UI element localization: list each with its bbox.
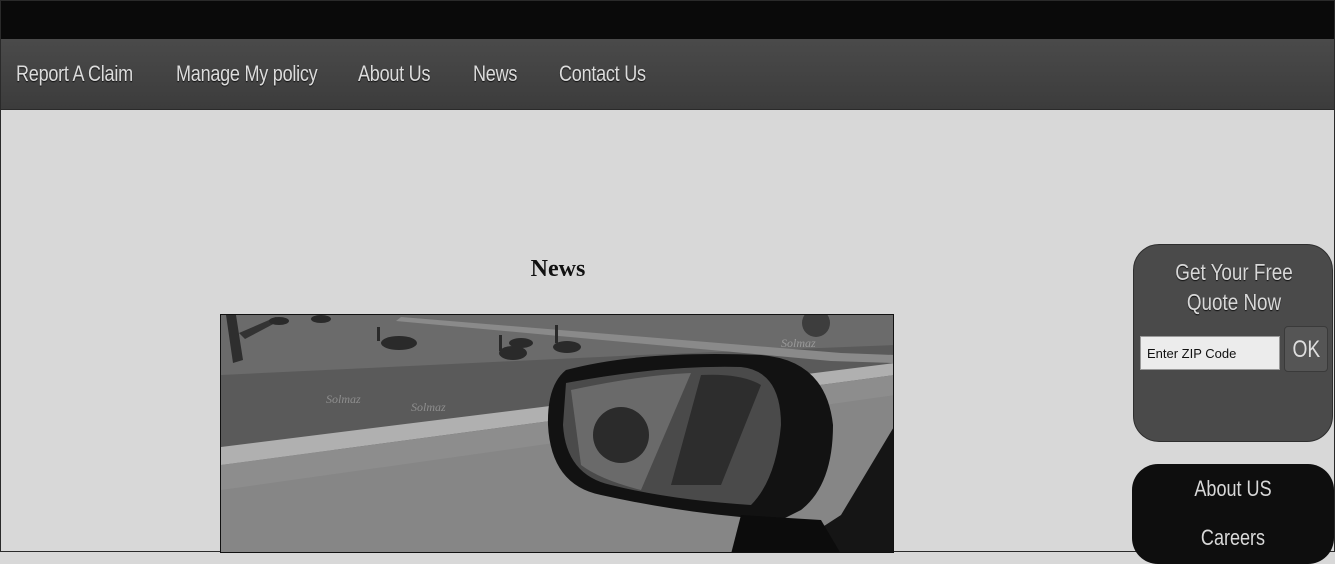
news-image: Solmaz Solmaz Solmaz xyxy=(220,314,894,553)
side-links-panel: About US Careers xyxy=(1132,464,1334,564)
car-mirror-photo: Solmaz Solmaz Solmaz xyxy=(221,315,893,552)
nav-news[interactable]: News xyxy=(473,61,517,87)
ok-button[interactable]: OK xyxy=(1284,326,1328,372)
quote-title: Get Your Free Quote Now xyxy=(1175,259,1293,315)
side-link-about-us[interactable]: About US xyxy=(1150,476,1316,502)
watermark-text: Solmaz xyxy=(326,392,361,406)
page-title: News xyxy=(530,256,586,282)
zip-code-input[interactable] xyxy=(1140,336,1280,370)
watermark-text: Solmaz xyxy=(411,400,446,414)
ok-button-label: OK xyxy=(1292,336,1320,363)
nav-contact-us[interactable]: Contact Us xyxy=(559,61,646,87)
top-bar xyxy=(1,1,1334,39)
nav-manage-policy[interactable]: Manage My policy xyxy=(176,61,318,87)
side-link-careers[interactable]: Careers xyxy=(1150,525,1316,551)
quote-widget: Get Your Free Quote Now OK xyxy=(1133,244,1333,442)
watermark-text: Solmaz xyxy=(781,336,816,350)
nav-report-claim[interactable]: Report A Claim xyxy=(16,61,133,87)
nav-about-us[interactable]: About Us xyxy=(358,61,430,87)
main-nav: Report A Claim Manage My policy About Us… xyxy=(1,39,1334,110)
